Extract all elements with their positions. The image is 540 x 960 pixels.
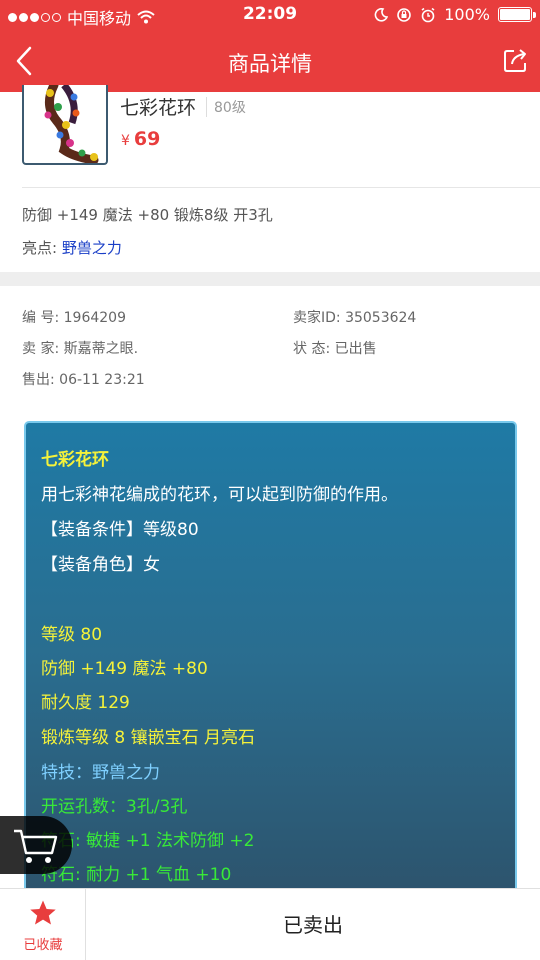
card-attributes: 防御 +149 魔法 +80 <box>41 659 208 679</box>
serial-number: 编 号: 1964209 <box>22 307 126 327</box>
serial-value: 1964209 <box>63 310 126 326</box>
card-durability: 耐久度 129 <box>41 693 130 713</box>
card-level: 等级 80 <box>41 625 103 645</box>
item-level: 80级 <box>206 97 246 117</box>
item-highlight: 亮点: 野兽之力 <box>22 237 122 258</box>
status-right: 100% <box>374 5 536 24</box>
sold-time: 售出: 06-11 23:21 <box>22 369 145 389</box>
moon-icon <box>374 7 389 22</box>
card-skill: 特技：野兽之力 <box>41 763 160 783</box>
card-forge: 锻炼等级 8 镶嵌宝石 月亮石 <box>41 728 256 748</box>
page-title: 商品详情 <box>228 52 312 76</box>
sold-time-label: 售出: <box>22 372 60 388</box>
status-label: 状 态: <box>293 341 335 357</box>
item-name: 七彩花环 <box>120 97 197 119</box>
card-condition-role: 【装备角色】女 <box>41 555 160 575</box>
favorite-label: 已收藏 <box>23 938 63 953</box>
seller-id: 卖家ID: 35053624 <box>293 307 416 327</box>
seller-id-value: 35053624 <box>345 310 417 326</box>
item-detail-card: 七彩花环 用七彩神花编成的花环，可以起到防御的作用。 【装备条件】等级80 【装… <box>24 421 517 901</box>
item-image[interactable] <box>22 85 108 165</box>
card-title: 七彩花环 <box>41 450 109 470</box>
seller-value: 斯嘉蒂之眼. <box>63 341 139 357</box>
sold-out-button[interactable]: 已卖出 <box>86 889 540 960</box>
highlight-value: 野兽之力 <box>61 239 122 257</box>
bottom-bar: 已收藏 已卖出 <box>0 888 540 960</box>
cart-icon <box>14 829 58 863</box>
star-icon <box>30 900 56 925</box>
card-rune-1: 符石: 敏捷 +1 法术防御 +2 <box>41 831 255 851</box>
status-bar: 中国移动 22:09 100% <box>0 0 540 30</box>
cart-button[interactable] <box>0 816 72 874</box>
seller-label: 卖 家: <box>22 341 64 357</box>
seller-id-label: 卖家ID: <box>293 310 346 326</box>
battery-icon <box>498 7 536 22</box>
card-rune-2: 符石: 耐力 +1 气血 +10 <box>41 865 232 885</box>
price-value: 69 <box>133 128 161 150</box>
currency-symbol: ¥ <box>121 133 130 149</box>
seller: 卖 家: 斯嘉蒂之眼. <box>22 338 138 358</box>
divider <box>22 187 540 188</box>
status-value: 已出售 <box>334 341 377 357</box>
share-icon[interactable] <box>502 46 530 74</box>
serial-label: 编 号: <box>22 310 64 326</box>
battery-label: 100% <box>444 5 490 24</box>
item-stats: 防御 +149 魔法 +80 锻炼8级 开3孔 <box>22 206 273 224</box>
nav-bar: 商品详情 <box>0 30 540 92</box>
card-description: 用七彩神花编成的花环，可以起到防御的作用。 <box>41 485 398 505</box>
status: 状 态: 已出售 <box>293 338 377 358</box>
flower-wreath-icon <box>44 85 99 163</box>
section-separator <box>0 272 540 286</box>
card-condition-level: 【装备条件】等级80 <box>41 520 199 540</box>
rotation-lock-icon <box>397 7 412 22</box>
card-holes: 开运孔数：3孔/3孔 <box>41 797 188 817</box>
favorite-button[interactable]: 已收藏 <box>0 889 86 960</box>
item-price: ¥69 <box>121 128 160 150</box>
highlight-label: 亮点: <box>22 239 62 257</box>
alarm-icon <box>421 7 435 22</box>
sold-time-value: 06-11 23:21 <box>59 372 145 388</box>
